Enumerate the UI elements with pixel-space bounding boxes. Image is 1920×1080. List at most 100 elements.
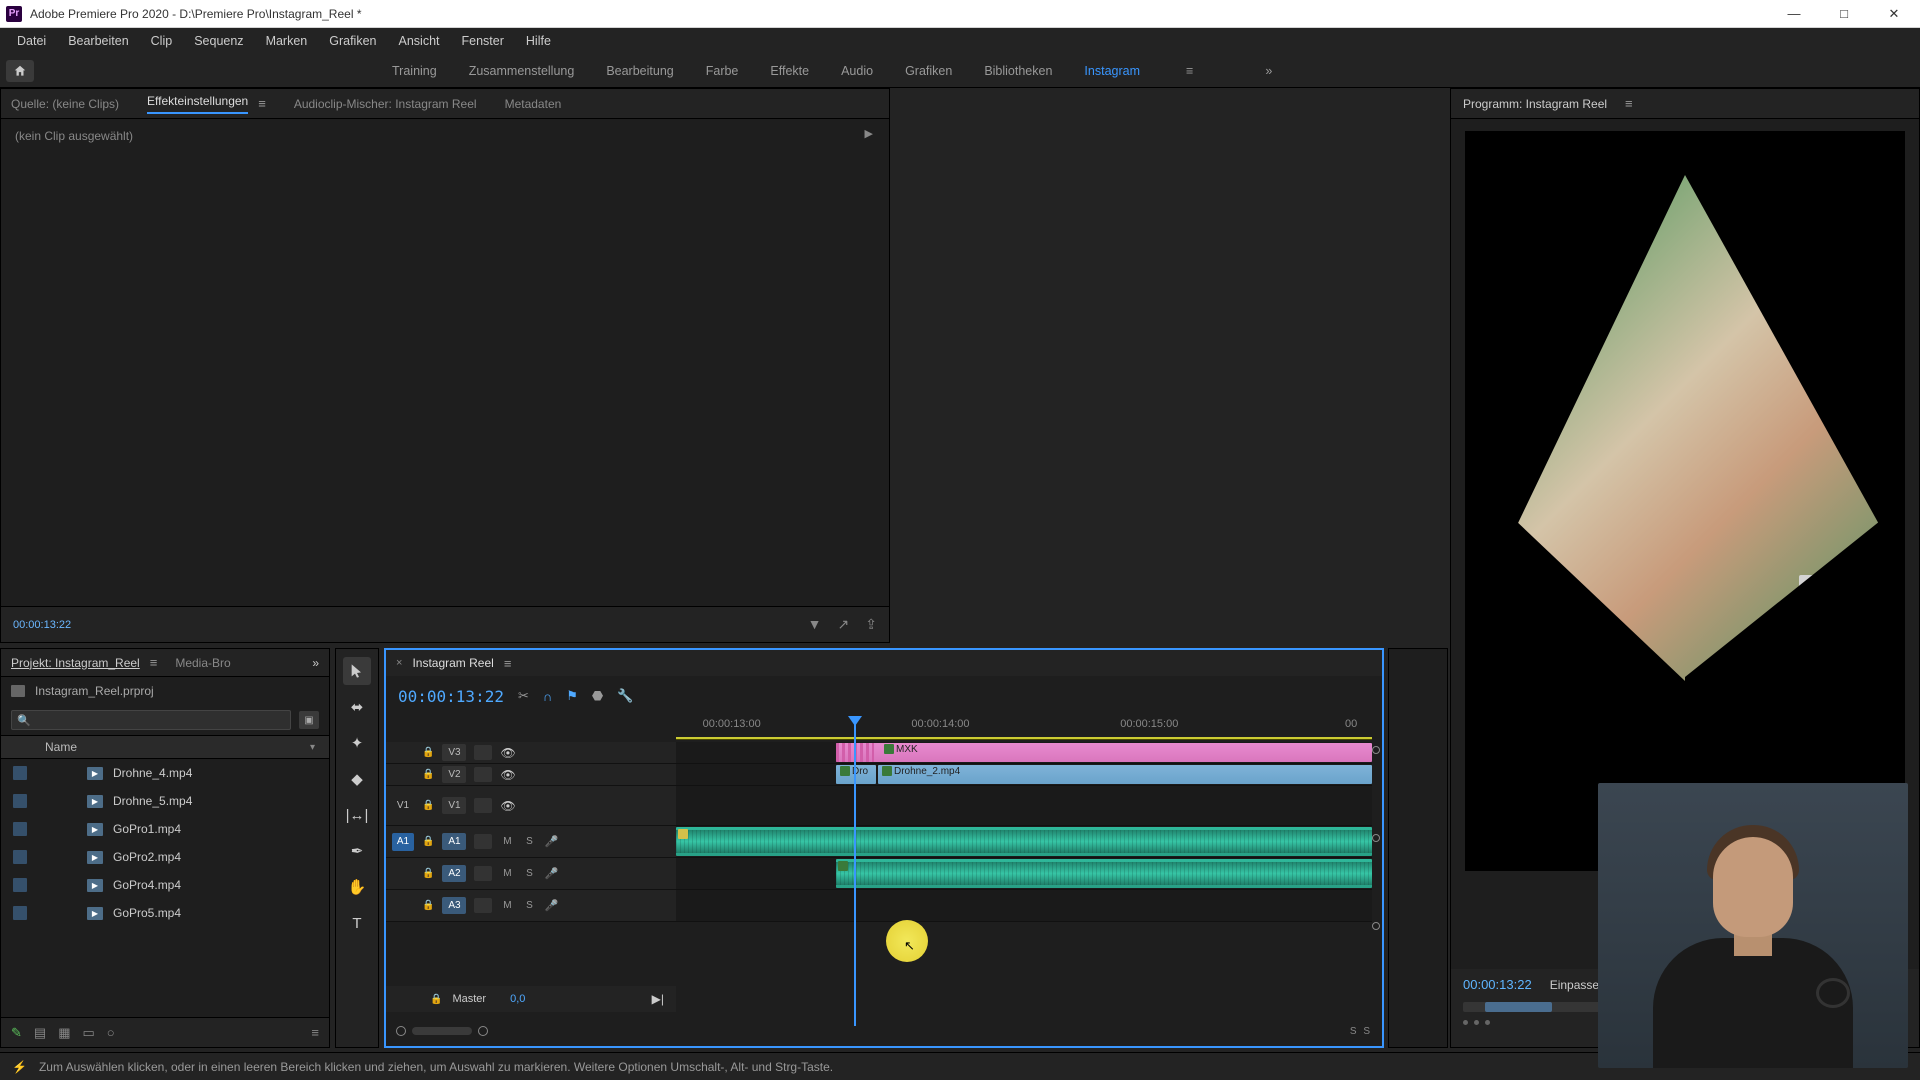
icon-view-icon[interactable]: ▦: [58, 1025, 70, 1041]
menu-clip[interactable]: Clip: [142, 32, 182, 50]
toggle-output-icon[interactable]: [474, 834, 492, 849]
filter-icon[interactable]: ▼: [808, 616, 822, 633]
selection-tool[interactable]: [343, 657, 371, 685]
workspace-effekte[interactable]: Effekte: [770, 64, 809, 78]
workspace-training[interactable]: Training: [392, 64, 437, 78]
zoom-scrollbar[interactable]: [412, 1027, 472, 1035]
home-button[interactable]: [6, 60, 34, 82]
sequence-name[interactable]: Instagram Reel: [412, 656, 493, 670]
mute-button[interactable]: M: [500, 836, 514, 847]
add-marker-icon[interactable]: ⚑: [566, 688, 578, 704]
program-viewer[interactable]: [1465, 131, 1905, 871]
voice-over-icon[interactable]: 🎤: [544, 867, 558, 880]
collapse-icon[interactable]: ▶: [865, 127, 873, 140]
clip-audio[interactable]: [676, 827, 1372, 856]
tab-quelle[interactable]: Quelle: (keine Clips): [11, 97, 119, 111]
search-input[interactable]: 🔍: [11, 710, 291, 730]
pen-tool[interactable]: ✒: [343, 837, 371, 865]
time-ruler[interactable]: 00:00:13:00 00:00:14:00 00:00:15:00 00: [676, 716, 1372, 740]
workspace-farbe[interactable]: Farbe: [706, 64, 739, 78]
lock-icon[interactable]: 🔒: [422, 747, 434, 758]
mute-button[interactable]: M: [500, 900, 514, 911]
toggle-output-icon[interactable]: [474, 745, 492, 760]
zoom-out-icon[interactable]: [396, 1026, 406, 1036]
solo-button[interactable]: S: [522, 836, 536, 847]
lock-icon[interactable]: 🔒: [430, 994, 442, 1005]
settings-icon[interactable]: 🔧: [617, 688, 633, 704]
menu-datei[interactable]: Datei: [8, 32, 55, 50]
share-icon[interactable]: ⇪: [865, 616, 877, 633]
tab-effekteinstellungen[interactable]: Effekteinstellungen: [147, 94, 248, 114]
freeform-view-icon[interactable]: ▭: [83, 1025, 95, 1041]
workspace-bearbeitung[interactable]: Bearbeitung: [606, 64, 673, 78]
clip-video[interactable]: Dro: [836, 765, 876, 784]
menu-marken[interactable]: Marken: [257, 32, 317, 50]
play-around-icon[interactable]: ▶|: [652, 992, 664, 1006]
track-label[interactable]: V2: [442, 766, 466, 783]
track-label[interactable]: V3: [442, 744, 466, 761]
voice-over-icon[interactable]: 🎤: [544, 899, 558, 912]
tab-audioclip-mischer[interactable]: Audioclip-Mischer: Instagram Reel: [294, 97, 477, 111]
toggle-output-icon[interactable]: [474, 898, 492, 913]
overflow-icon[interactable]: »: [312, 656, 319, 670]
close-sequence-icon[interactable]: ×: [396, 657, 402, 669]
solo-button[interactable]: S: [522, 900, 536, 911]
voice-over-icon[interactable]: 🎤: [544, 835, 558, 848]
list-item[interactable]: ▶Drohne_4.mp4: [1, 759, 329, 787]
menu-ansicht[interactable]: Ansicht: [390, 32, 449, 50]
mute-button[interactable]: M: [500, 868, 514, 879]
eye-icon[interactable]: 👁: [500, 768, 515, 782]
zoom-slider-icon[interactable]: ○: [107, 1025, 115, 1040]
hand-tool[interactable]: ✋: [343, 873, 371, 901]
razor-tool[interactable]: ◆: [343, 765, 371, 793]
source-patch[interactable]: A1: [392, 833, 414, 851]
lock-icon[interactable]: 🔒: [422, 900, 434, 911]
playhead[interactable]: [854, 716, 856, 1026]
eye-icon[interactable]: 👁: [500, 799, 515, 813]
timeline-timecode[interactable]: 00:00:13:22: [398, 687, 504, 706]
lock-icon[interactable]: 🔒: [422, 800, 434, 811]
workspace-grafiken[interactable]: Grafiken: [905, 64, 952, 78]
toggle-output-icon[interactable]: [474, 866, 492, 881]
workspace-instagram[interactable]: Instagram: [1084, 64, 1140, 78]
track-label[interactable]: V1: [442, 797, 466, 814]
zoom-in-icon[interactable]: [478, 1026, 488, 1036]
program-timecode[interactable]: 00:00:13:22: [1463, 977, 1532, 992]
list-view-icon[interactable]: ▤: [34, 1025, 46, 1041]
type-tool[interactable]: T: [343, 909, 371, 937]
ripple-edit-tool[interactable]: ✦: [343, 729, 371, 757]
toggle-output-icon[interactable]: [474, 767, 492, 782]
lock-icon[interactable]: 🔒: [422, 868, 434, 879]
list-item[interactable]: ▶GoPro1.mp4: [1, 815, 329, 843]
menu-fenster[interactable]: Fenster: [453, 32, 513, 50]
linked-selection-icon[interactable]: ∩: [543, 689, 552, 704]
master-value[interactable]: 0,0: [510, 993, 525, 1005]
marker-icon[interactable]: ⬣: [592, 688, 603, 704]
tab-metadaten[interactable]: Metadaten: [505, 97, 562, 111]
track-label[interactable]: A1: [442, 833, 466, 850]
new-bin-icon[interactable]: ✎: [11, 1025, 22, 1041]
menu-sequenz[interactable]: Sequenz: [185, 32, 252, 50]
new-item-icon[interactable]: ▣: [299, 711, 319, 729]
menu-hilfe[interactable]: Hilfe: [517, 32, 560, 50]
workspace-overflow-icon[interactable]: »: [1265, 64, 1272, 78]
panel-options-icon[interactable]: ≡: [311, 1025, 319, 1040]
tab-media-browser[interactable]: Media-Bro: [175, 656, 230, 670]
workspace-audio[interactable]: Audio: [841, 64, 873, 78]
workspace-bibliotheken[interactable]: Bibliotheken: [984, 64, 1052, 78]
toggle-output-icon[interactable]: [474, 798, 492, 813]
minimize-icon[interactable]: —: [1782, 6, 1806, 21]
column-sort-icon[interactable]: ▾: [310, 742, 315, 753]
panel-menu-icon[interactable]: ≡: [258, 96, 266, 111]
list-item[interactable]: ▶GoPro5.mp4: [1, 899, 329, 927]
track-select-tool[interactable]: ⬌: [343, 693, 371, 721]
panel-menu-icon[interactable]: ≡: [1625, 96, 1633, 111]
eye-icon[interactable]: 👁: [500, 746, 515, 760]
panel-menu-icon[interactable]: ≡: [504, 656, 512, 671]
maximize-icon[interactable]: □: [1832, 6, 1856, 21]
workspace-zusammenstellung[interactable]: Zusammenstellung: [469, 64, 575, 78]
clip-audio[interactable]: [836, 859, 1372, 888]
column-name[interactable]: Name: [45, 740, 77, 754]
track-label[interactable]: A2: [442, 865, 466, 882]
list-item[interactable]: ▶GoPro2.mp4: [1, 843, 329, 871]
